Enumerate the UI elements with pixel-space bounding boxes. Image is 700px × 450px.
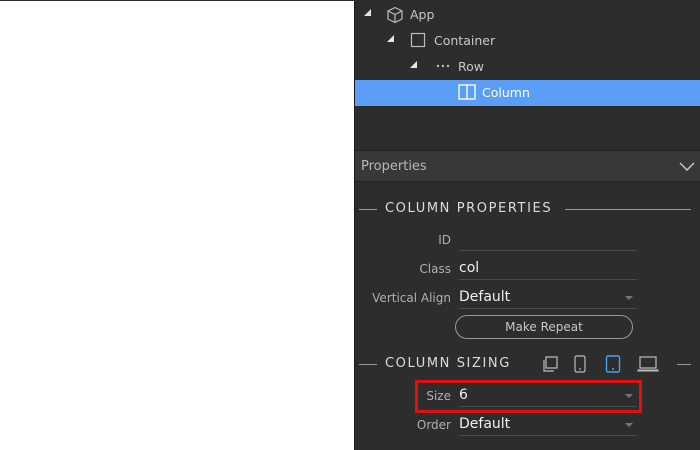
tree-item-label: Row bbox=[458, 59, 484, 74]
expand-arrow-icon[interactable] bbox=[410, 61, 417, 68]
class-value: col bbox=[459, 260, 480, 276]
phone-icon[interactable] bbox=[573, 355, 587, 377]
cube-icon bbox=[386, 6, 404, 27]
side-panel: App Container Row Column Properties COLU… bbox=[354, 0, 700, 450]
make-repeat-button[interactable]: Make Repeat bbox=[455, 315, 633, 339]
id-field[interactable] bbox=[459, 229, 637, 251]
class-field[interactable]: col bbox=[459, 258, 637, 280]
component-tree: App Container Row Column bbox=[355, 2, 700, 106]
ellipsis-icon bbox=[435, 60, 451, 75]
tree-item-label: Column bbox=[482, 85, 530, 100]
highlight-box bbox=[415, 380, 642, 413]
divider bbox=[359, 209, 377, 210]
square-icon bbox=[410, 32, 426, 51]
id-label: ID bbox=[438, 233, 451, 247]
order-value: Default bbox=[459, 416, 511, 432]
expand-arrow-icon[interactable] bbox=[364, 9, 371, 16]
properties-header[interactable]: Properties bbox=[355, 150, 700, 182]
tree-item-label: App bbox=[410, 7, 435, 22]
order-label: Order bbox=[416, 418, 451, 432]
divider bbox=[677, 364, 691, 365]
divider bbox=[565, 209, 691, 210]
expand-arrow-icon[interactable] bbox=[387, 35, 394, 42]
tree-item-label: Container bbox=[434, 33, 496, 48]
column-properties-title: COLUMN PROPERTIES bbox=[355, 200, 700, 220]
laptop-icon[interactable] bbox=[637, 355, 659, 377]
design-canvas[interactable] bbox=[0, 0, 354, 450]
vertical-align-label: Vertical Align bbox=[372, 291, 451, 305]
order-select[interactable]: Default bbox=[459, 414, 637, 436]
tree-item-column[interactable]: Column bbox=[355, 80, 700, 106]
properties-title: Properties bbox=[361, 159, 427, 174]
class-label: Class bbox=[419, 262, 451, 276]
vertical-align-value: Default bbox=[459, 289, 511, 305]
dropdown-caret-icon bbox=[625, 423, 633, 427]
tablet-icon[interactable] bbox=[605, 355, 621, 377]
divider bbox=[359, 364, 377, 365]
vertical-align-select[interactable]: Default bbox=[459, 287, 637, 309]
tree-item-container[interactable]: Container bbox=[355, 28, 700, 54]
dropdown-caret-icon bbox=[625, 296, 633, 300]
tree-item-row[interactable]: Row bbox=[355, 54, 700, 80]
columns-icon bbox=[458, 84, 476, 103]
chevron-down-icon[interactable] bbox=[679, 159, 695, 178]
tree-item-app[interactable]: App bbox=[355, 2, 700, 28]
copy-icon[interactable] bbox=[541, 355, 559, 377]
